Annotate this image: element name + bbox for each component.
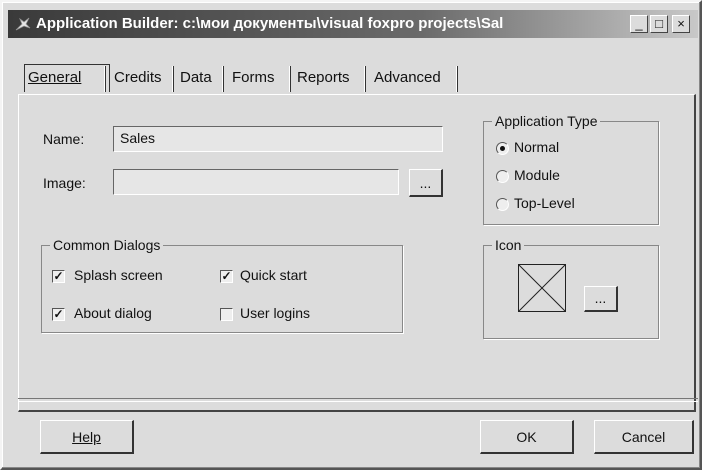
tab-general[interactable]: General — [24, 64, 110, 92]
image-field[interactable] — [113, 169, 399, 195]
user-logins-checkbox[interactable] — [220, 308, 233, 321]
tab-reports[interactable]: Reports — [297, 64, 350, 92]
application-type-group: Application Type Normal Module Top-Level — [483, 113, 659, 225]
image-label: Image: — [43, 175, 86, 191]
maximize-button[interactable]: □ — [650, 15, 668, 33]
about-dialog-checkbox[interactable]: ✓ — [52, 308, 65, 321]
icon-group-title: Icon — [492, 237, 525, 253]
general-tab-panel: Name: Sales Image: ... Application Type … — [18, 94, 696, 412]
footer-divider — [18, 398, 698, 402]
tab-active-frame — [24, 64, 110, 92]
tab-separator — [172, 66, 174, 92]
radio-top-level-label[interactable]: Top-Level — [514, 195, 575, 211]
tab-data[interactable]: Data — [180, 64, 212, 92]
splash-screen-label[interactable]: Splash screen — [74, 267, 163, 283]
common-dialogs-group: Common Dialogs ✓ Splash screen ✓ Quick s… — [41, 237, 403, 333]
close-button[interactable]: × — [672, 15, 690, 33]
ok-button[interactable]: OK — [480, 420, 574, 454]
empty-icon-placeholder — [518, 264, 566, 312]
radio-top-level[interactable] — [496, 198, 509, 211]
application-builder-window: Application Builder: c:\мои документы\vi… — [0, 0, 702, 470]
splash-screen-checkbox[interactable]: ✓ — [52, 270, 65, 283]
quick-start-checkbox[interactable]: ✓ — [220, 270, 233, 283]
radio-module[interactable] — [496, 170, 509, 183]
name-label: Name: — [43, 131, 85, 147]
user-logins-label[interactable]: User logins — [240, 305, 310, 321]
tab-credits[interactable]: Credits — [114, 64, 162, 92]
radio-selected-dot — [500, 146, 505, 151]
window-title: Application Builder: c:\мои документы\vi… — [36, 15, 504, 32]
tab-separator — [289, 66, 291, 92]
title-bar[interactable]: Application Builder: c:\мои документы\vi… — [8, 10, 698, 38]
radio-normal-label[interactable]: Normal — [514, 139, 559, 155]
icon-browse-button[interactable]: ... — [584, 286, 618, 312]
name-field[interactable]: Sales — [113, 126, 443, 152]
common-dialogs-title: Common Dialogs — [50, 237, 164, 253]
tab-separator — [364, 66, 366, 92]
radio-normal[interactable] — [496, 142, 509, 155]
help-button[interactable]: Help — [40, 420, 134, 454]
tab-advanced[interactable]: Advanced — [374, 64, 441, 92]
icon-group: Icon ... — [483, 237, 659, 339]
minimize-button[interactable]: _ — [630, 15, 648, 33]
app-builder-icon — [15, 17, 31, 31]
help-button-label: Help — [72, 429, 101, 445]
cancel-button[interactable]: Cancel — [594, 420, 694, 454]
radio-module-label[interactable]: Module — [514, 167, 560, 183]
image-browse-button[interactable]: ... — [409, 169, 443, 197]
about-dialog-label[interactable]: About dialog — [74, 305, 152, 321]
quick-start-label[interactable]: Quick start — [240, 267, 307, 283]
tab-separator — [222, 66, 224, 92]
tab-separator — [104, 66, 106, 92]
tab-separator — [456, 66, 458, 92]
application-type-title: Application Type — [492, 113, 601, 129]
icon-preview — [518, 264, 566, 312]
tab-forms[interactable]: Forms — [232, 64, 275, 92]
